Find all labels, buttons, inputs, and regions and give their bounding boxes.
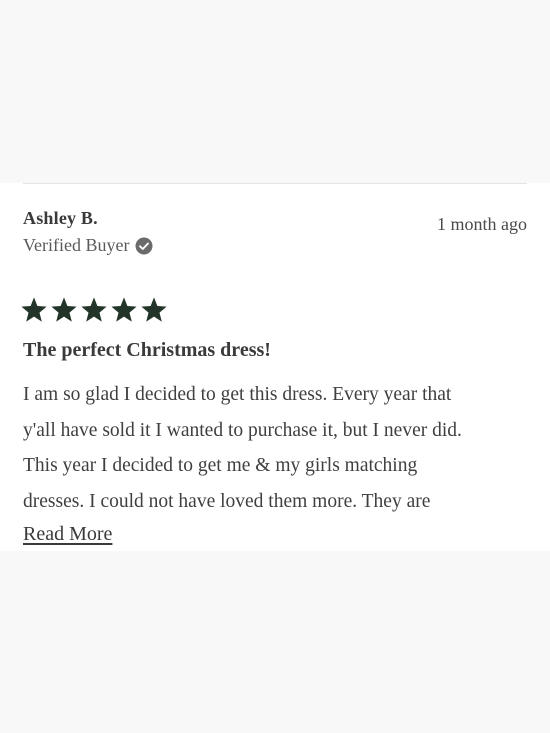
review-body-line: dresses. I could not have loved them mor…: [23, 490, 431, 512]
review-body-line: y'all have sold it I wanted to purchase …: [23, 419, 462, 441]
star-icon: [80, 296, 108, 324]
read-more-link[interactable]: Read More: [23, 523, 112, 546]
verified-label: Verified Buyer: [23, 235, 130, 255]
star-icon: [140, 296, 168, 324]
review-card: Ashley B. Verified Buyer 1 month ago The…: [0, 183, 550, 551]
top-blank-area: [0, 0, 550, 183]
verified-buyer-badge: Verified Buyer: [23, 235, 153, 256]
reviewer-name: Ashley B.: [23, 208, 98, 228]
review-body-line: This year I decided to get me & my girls…: [23, 455, 418, 476]
check-circle-icon: [135, 237, 153, 255]
star-icon: [50, 296, 78, 324]
review-body: I am so glad I decided to get this dress…: [23, 377, 523, 519]
review-body-line: I am so glad I decided to get this dress…: [23, 384, 452, 405]
bottom-blank-area: [0, 551, 550, 733]
divider: [23, 183, 527, 184]
review-date: 1 month ago: [437, 214, 527, 234]
star-icon: [110, 296, 138, 324]
review-title: The perfect Christmas dress!: [23, 339, 271, 361]
star-icon: [20, 296, 48, 324]
star-rating: [20, 296, 168, 324]
